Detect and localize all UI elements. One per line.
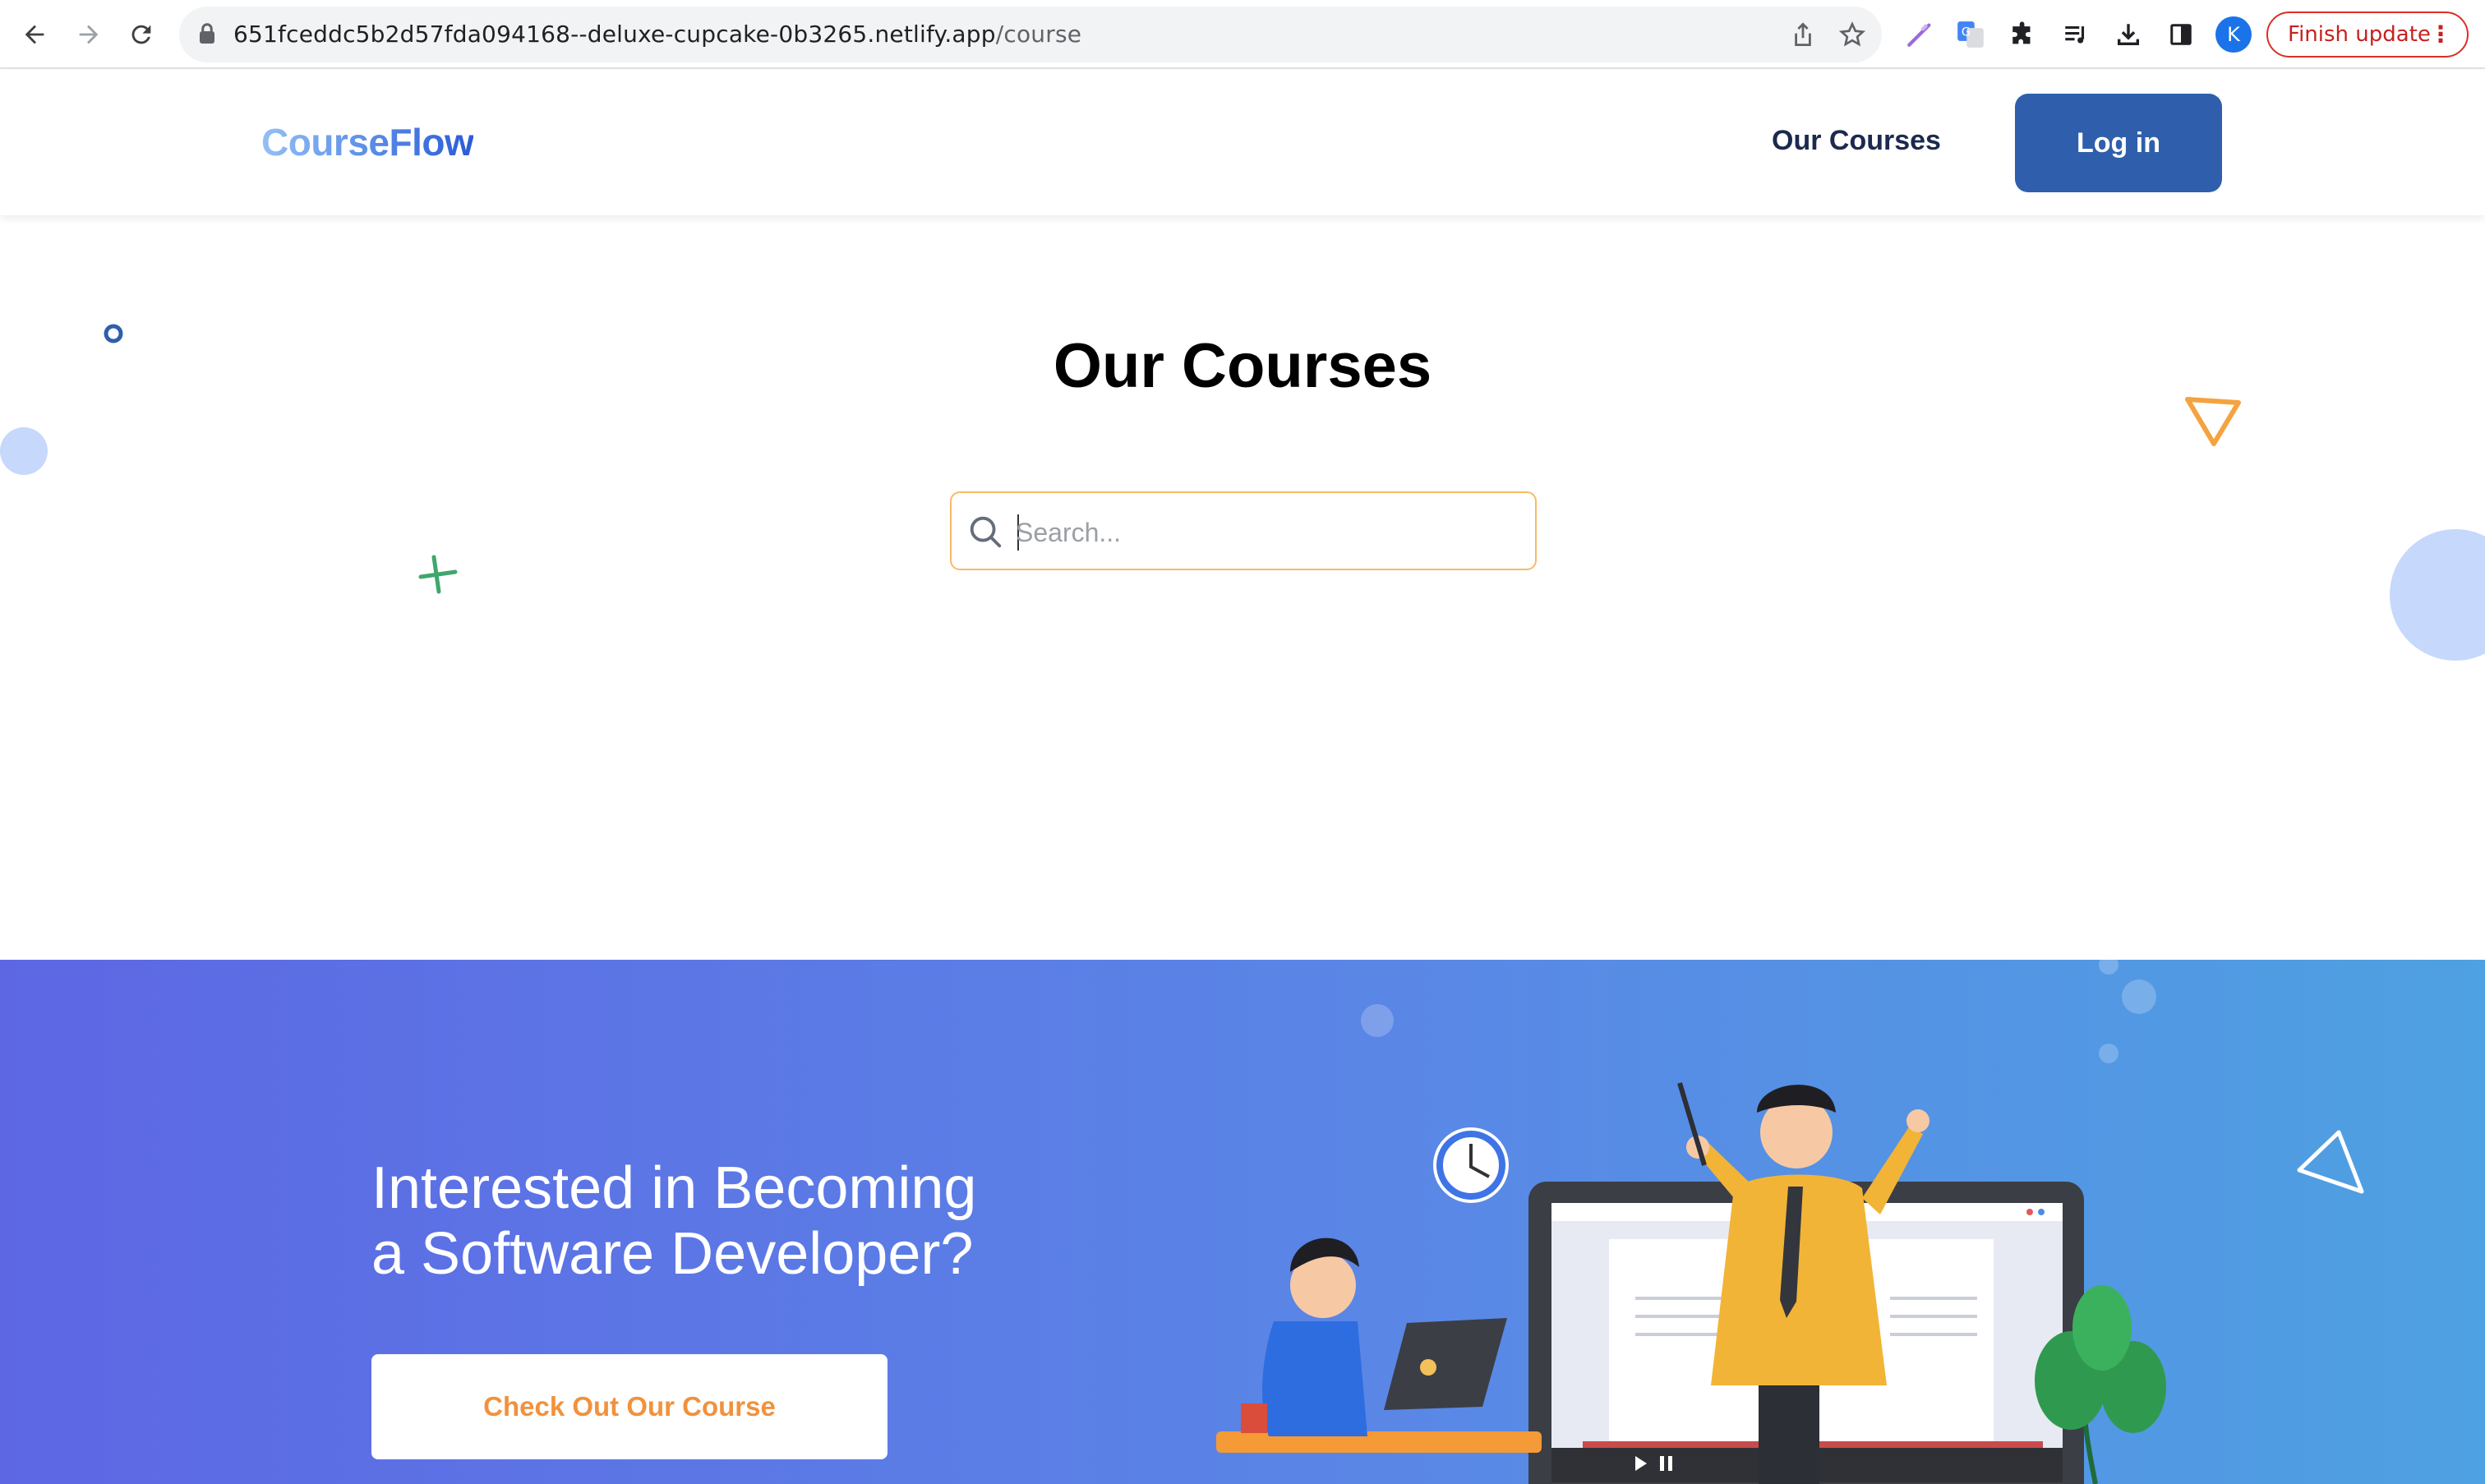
side-panel-icon[interactable]	[2163, 16, 2199, 53]
courseflow-logo[interactable]: CourseFlow	[261, 120, 474, 164]
plus-shape-decoration	[418, 555, 458, 594]
url-host: 651fceddc5b2d57fda094168--deluxe-cupcake…	[233, 21, 996, 48]
course-search-box[interactable]	[950, 491, 1537, 570]
url-path: /course	[995, 21, 1082, 48]
lock-icon[interactable]	[197, 21, 217, 50]
url-text[interactable]: 651fceddc5b2d57fda094168--deluxe-cupcake…	[233, 21, 1081, 48]
student-illustration	[1216, 1237, 1542, 1453]
address-bar[interactable]: 651fceddc5b2d57fda094168--deluxe-cupcake…	[179, 7, 1882, 62]
banner-heading-line1: Interested in Becoming	[371, 1155, 977, 1221]
reload-icon[interactable]	[122, 15, 161, 54]
page-title: Our Courses	[1053, 331, 1432, 401]
ring-shape-decoration	[104, 324, 123, 343]
teaching-illustration	[1216, 1082, 2166, 1484]
star-icon[interactable]	[1837, 20, 1867, 49]
bubble-decoration-tiny	[2099, 960, 2118, 975]
circle-decoration-right	[2390, 529, 2485, 661]
login-button[interactable]: Log in	[2015, 94, 2222, 192]
share-icon[interactable]	[1788, 20, 1818, 49]
puzzle-extensions-icon[interactable]	[2005, 16, 2041, 53]
bubble-decoration-top	[2122, 979, 2156, 1014]
svg-text:G: G	[1962, 26, 1971, 39]
triangle-decoration-orange	[2185, 397, 2241, 446]
check-out-course-button[interactable]: Check Out Our Course	[371, 1354, 888, 1459]
search-input[interactable]	[1016, 509, 1517, 555]
back-arrow-icon[interactable]	[15, 15, 54, 54]
clock-icon	[1433, 1127, 1509, 1203]
kebab-menu-icon[interactable]: ⋮	[2429, 21, 2452, 48]
banner-heading-line2: a Software Developer?	[371, 1221, 974, 1287]
download-icon[interactable]	[2110, 16, 2146, 53]
developer-banner: Interested in Becoming a Software Develo…	[0, 960, 2485, 1484]
translate-extension-icon[interactable]: G	[1952, 16, 1989, 53]
banner-heading: Interested in Becoming a Software Develo…	[371, 1155, 1111, 1287]
finish-update-label: Finish update	[2288, 22, 2431, 47]
media-queue-icon[interactable]	[2058, 16, 2094, 53]
profile-avatar[interactable]: K	[2215, 16, 2252, 53]
browser-toolbar: 651fceddc5b2d57fda094168--deluxe-cupcake…	[0, 0, 2485, 69]
bubble-decoration	[1361, 1004, 1394, 1037]
finish-update-button[interactable]: Finish update ⋮	[2266, 12, 2469, 58]
pen-extension-icon[interactable]	[1902, 16, 1938, 53]
nav-our-courses-link[interactable]: Our Courses	[1772, 125, 1941, 157]
forward-arrow-icon[interactable]	[69, 15, 108, 54]
site-header: CourseFlow Our Courses Log in	[0, 71, 2485, 215]
search-icon	[966, 513, 1004, 555]
triangle-decoration-white	[2297, 1130, 2364, 1194]
circle-decoration-left	[0, 427, 48, 475]
